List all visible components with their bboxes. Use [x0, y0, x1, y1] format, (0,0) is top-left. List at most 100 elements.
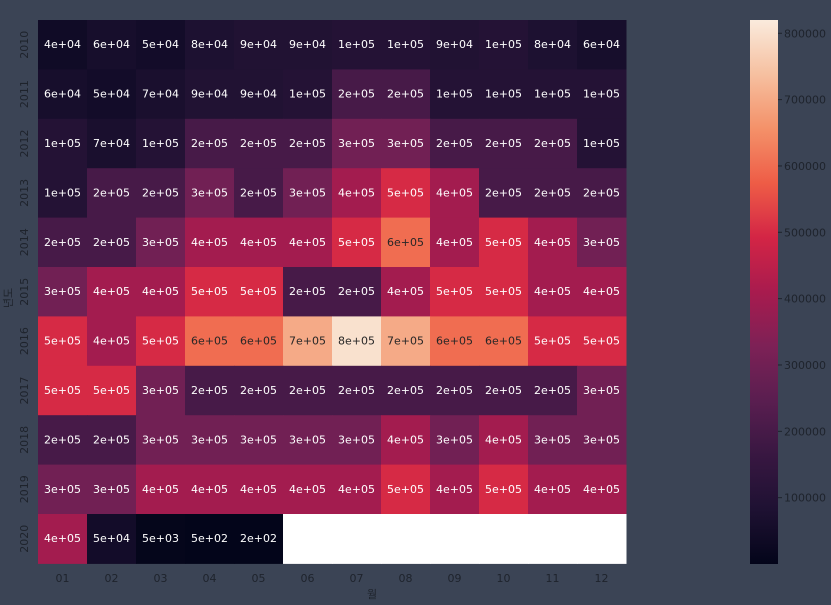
x-axis-title: 월	[367, 588, 377, 601]
cell-value-label: 4e+05	[142, 483, 179, 496]
colorbar-tick-label: 100000	[784, 492, 826, 505]
heatmap-chart: 4e+04 6e+04 5e+04 8e+04 9e+04 9e+04 1e+05 1e+05…	[2, 20, 826, 601]
cell-value-label: 2e+05	[289, 285, 326, 298]
cell-value-label: 4e+05	[289, 483, 326, 496]
cell-value-label: 7e+05	[289, 335, 326, 348]
colorbar-tick-label: 700000	[784, 94, 826, 107]
x-tick-label: 12	[595, 572, 609, 585]
cell-value-label: 1e+05	[534, 88, 571, 101]
heatmap-cell	[528, 514, 578, 564]
x-tick-label: 11	[546, 572, 560, 585]
cell-value-label: 2e+05	[240, 137, 277, 150]
x-tick-label: 08	[399, 572, 413, 585]
cell-value-label: 4e+05	[191, 483, 228, 496]
cell-value-label: 1e+05	[44, 186, 81, 199]
x-tick-label: 04	[203, 572, 217, 585]
cell-value-label: 4e+05	[93, 335, 130, 348]
cell-value-label: 4e+05	[240, 483, 277, 496]
heatmap-cell	[430, 514, 480, 564]
x-tick-label: 05	[252, 572, 266, 585]
cell-value-label: 4e+05	[93, 285, 130, 298]
cell-value-label: 2e+02	[240, 532, 277, 545]
cell-value-label: 4e+05	[534, 483, 571, 496]
cell-value-label: 8e+04	[534, 38, 571, 51]
cell-value-label: 3e+05	[436, 433, 473, 446]
cell-value-label: 3e+05	[191, 433, 228, 446]
cell-value-label: 2e+05	[338, 88, 375, 101]
cell-value-label: 3e+05	[191, 186, 228, 199]
colorbar	[750, 20, 778, 564]
cell-value-label: 3e+05	[289, 186, 326, 199]
cell-value-label: 1e+05	[583, 88, 620, 101]
heatmap-cell	[577, 514, 627, 564]
cell-value-label: 2e+05	[44, 236, 81, 249]
cell-value-label: 8e+04	[191, 38, 228, 51]
cell-value-label: 6e+05	[387, 236, 424, 249]
cell-value-label: 3e+05	[583, 433, 620, 446]
cell-value-label: 4e+05	[436, 186, 473, 199]
cell-value-label: 2e+05	[44, 433, 81, 446]
cell-value-label: 6e+05	[436, 335, 473, 348]
cell-value-label: 4e+05	[583, 483, 620, 496]
heatmap-cell	[381, 514, 431, 564]
cell-value-label: 3e+05	[44, 483, 81, 496]
cell-value-label: 9e+04	[240, 38, 277, 51]
cell-value-label: 1e+05	[44, 137, 81, 150]
cell-value-label: 3e+05	[583, 236, 620, 249]
cell-value-label: 3e+05	[142, 433, 179, 446]
x-tick-label: 01	[56, 572, 70, 585]
heatmap-cell	[479, 514, 529, 564]
cell-value-label: 5e+05	[387, 186, 424, 199]
cell-value-label: 5e+05	[93, 384, 130, 397]
cell-value-label: 5e+05	[583, 335, 620, 348]
cell-value-label: 5e+05	[44, 335, 81, 348]
cell-value-label: 2e+05	[485, 384, 522, 397]
cell-value-label: 5e+02	[191, 532, 228, 545]
cell-value-label: 7e+04	[93, 137, 130, 150]
colorbar-tick-label: 300000	[784, 359, 826, 372]
cell-value-label: 5e+05	[191, 285, 228, 298]
cell-value-label: 3e+05	[93, 483, 130, 496]
cell-value-label: 2e+05	[93, 433, 130, 446]
cell-value-label: 4e+05	[485, 433, 522, 446]
cell-value-label: 3e+05	[338, 433, 375, 446]
cell-value-label: 1e+05	[436, 88, 473, 101]
cell-value-label: 1e+05	[583, 137, 620, 150]
cell-value-label: 2e+05	[387, 384, 424, 397]
cell-value-label: 6e+05	[240, 335, 277, 348]
cell-value-label: 4e+05	[534, 285, 571, 298]
cell-value-label: 3e+05	[387, 137, 424, 150]
y-tick-label: 2018	[18, 426, 31, 454]
cell-value-label: 4e+05	[142, 285, 179, 298]
cell-value-label: 5e+05	[485, 285, 522, 298]
cell-value-label: 2e+05	[534, 384, 571, 397]
heatmap-cell	[332, 514, 382, 564]
cell-value-label: 9e+04	[240, 88, 277, 101]
cell-value-label: 4e+05	[191, 236, 228, 249]
cell-value-label: 5e+05	[338, 236, 375, 249]
cell-value-label: 6e+05	[191, 335, 228, 348]
cell-value-label: 2e+05	[338, 285, 375, 298]
y-tick-label: 2015	[18, 278, 31, 306]
colorbar-tick-label: 400000	[784, 293, 826, 306]
cell-value-label: 3e+05	[338, 137, 375, 150]
x-tick-label: 03	[154, 572, 168, 585]
cell-value-label: 3e+05	[142, 384, 179, 397]
cell-value-label: 2e+05	[534, 137, 571, 150]
cell-value-label: 3e+05	[142, 236, 179, 249]
cell-value-label: 2e+05	[191, 384, 228, 397]
cell-value-label: 2e+05	[93, 236, 130, 249]
cell-value-label: 6e+04	[583, 38, 620, 51]
cell-value-label: 2e+05	[387, 88, 424, 101]
cell-value-label: 9e+04	[436, 38, 473, 51]
cell-value-label: 1e+05	[338, 38, 375, 51]
colorbar-tick-label: 500000	[784, 226, 826, 239]
x-tick-label: 10	[497, 572, 511, 585]
cell-value-label: 5e+05	[44, 384, 81, 397]
cell-value-label: 4e+05	[44, 532, 81, 545]
cell-value-label: 4e+05	[583, 285, 620, 298]
cell-value-label: 4e+05	[240, 236, 277, 249]
cell-value-label: 1e+05	[289, 88, 326, 101]
y-tick-label: 2011	[18, 80, 31, 108]
cell-value-label: 3e+05	[289, 433, 326, 446]
